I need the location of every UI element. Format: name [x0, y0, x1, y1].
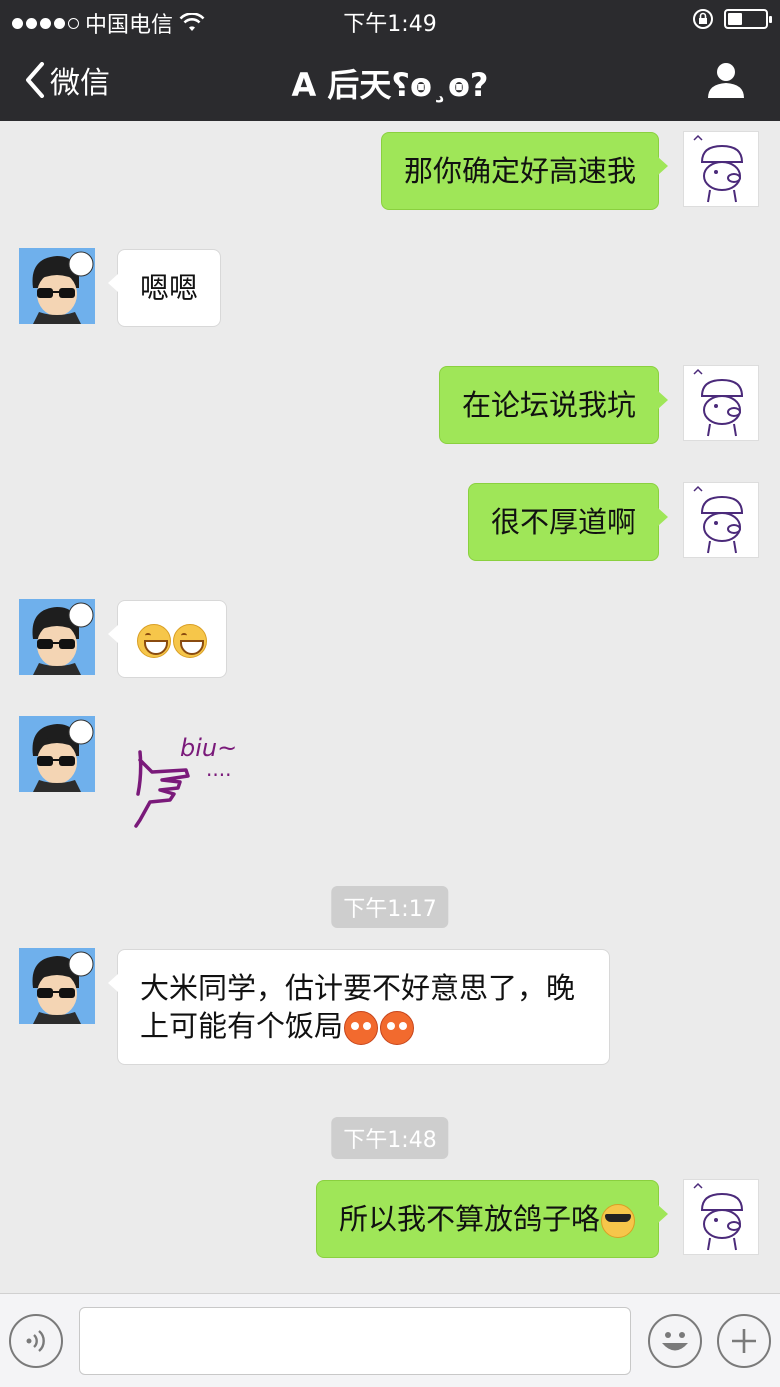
smiley-icon	[662, 1332, 688, 1351]
sunglasses-boy-avatar-icon	[19, 248, 95, 324]
my-avatar[interactable]	[683, 365, 759, 441]
sunglasses-boy-avatar-icon	[19, 948, 95, 1024]
pig-avatar-icon	[693, 368, 744, 437]
my-avatar[interactable]	[683, 1179, 759, 1255]
chat-title: A 后天⸮ꙩ¸ꙩ?	[291, 66, 489, 104]
message-input[interactable]	[79, 1307, 631, 1375]
message-bubble-incoming[interactable]	[108, 600, 227, 678]
plus-icon	[732, 1329, 756, 1353]
friend-avatar[interactable]	[19, 599, 95, 675]
message-text: 大米同学，估计要不好意思了，晚	[140, 971, 576, 1005]
message-bubble-incoming[interactable]: 大米同学，估计要不好意思了，晚 上可能有个饭局	[108, 949, 610, 1065]
friend-avatar[interactable]	[19, 248, 95, 324]
my-avatar[interactable]	[683, 482, 759, 558]
chat-area[interactable]: 那你确定好高速我 嗯嗯 在论坛说我坑 很不厚道啊 biu~ .... 下午1:1…	[0, 121, 780, 1293]
status-bar: 中国电信 下午1:49	[0, 0, 780, 40]
message-bubble-outgoing[interactable]: 很不厚道啊	[467, 483, 669, 561]
sticker-dots: ....	[206, 757, 231, 781]
cool-emoji-icon	[601, 1204, 635, 1238]
message-bubble-incoming[interactable]: 嗯嗯	[107, 249, 222, 327]
voice-wave-icon	[26, 1330, 45, 1352]
message-bubble-outgoing[interactable]: 在论坛说我坑	[438, 366, 669, 444]
sunglasses-boy-avatar-icon	[19, 716, 95, 792]
message-text: 嗯嗯	[140, 271, 199, 305]
status-time: 下午1:49	[343, 12, 437, 37]
emoji-button[interactable]	[648, 1314, 702, 1368]
blush-emoji-icon	[380, 1011, 415, 1045]
message-text-line2: 上可能有个饭局	[140, 1007, 587, 1045]
pig-avatar-icon	[693, 485, 744, 554]
message-text: 所以我不算放鸽子咯	[338, 1202, 600, 1236]
input-bar	[0, 1293, 780, 1387]
more-button[interactable]	[717, 1314, 771, 1368]
voice-button[interactable]	[9, 1314, 63, 1368]
message-bubble-outgoing[interactable]: 那你确定好高速我	[380, 132, 669, 210]
friend-avatar[interactable]	[19, 716, 95, 792]
timestamp-badge: 下午1:17	[331, 886, 449, 928]
grin-emoji-icon	[173, 624, 207, 658]
pig-avatar-icon	[693, 1182, 744, 1251]
battery-icon	[724, 9, 772, 29]
message-text: 那你确定好高速我	[403, 154, 636, 188]
pig-avatar-icon	[693, 134, 744, 203]
rotation-lock-icon	[693, 9, 713, 29]
message-text: 在论坛说我坑	[461, 388, 636, 422]
sunglasses-boy-avatar-icon	[19, 599, 95, 675]
my-avatar[interactable]	[683, 131, 759, 207]
message-text: 很不厚道啊	[490, 505, 636, 539]
navbar: 微信 A 后天⸮ꙩ¸ꙩ?	[0, 40, 780, 121]
finger-gun-sticker-icon[interactable]: biu~ ....	[128, 724, 278, 834]
timestamp-badge: 下午1:48	[331, 1117, 449, 1159]
message-bubble-outgoing[interactable]: 所以我不算放鸽子咯	[315, 1180, 669, 1258]
message-text: 上可能有个饭局	[140, 1009, 344, 1043]
blush-emoji-icon	[344, 1011, 379, 1045]
grin-emoji-icon	[137, 624, 171, 658]
status-right	[692, 8, 772, 30]
friend-avatar[interactable]	[19, 948, 95, 1024]
header: 中国电信 下午1:49 微信 A 后天⸮ꙩ¸ꙩ?	[0, 0, 780, 121]
person-icon[interactable]	[706, 60, 746, 100]
